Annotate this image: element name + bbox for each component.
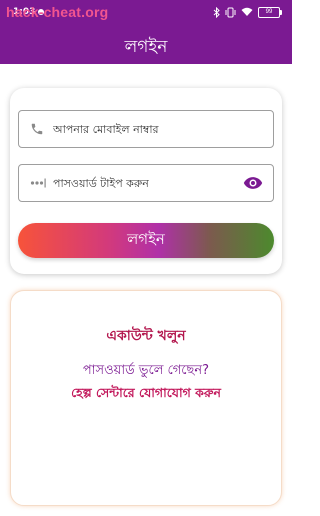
bluetooth-icon <box>213 6 220 18</box>
login-card: লগইন <box>10 88 282 274</box>
phone-field[interactable] <box>18 110 274 148</box>
battery-icon: 99 <box>258 6 282 18</box>
app-header: 1:03 hack-cheat.org 99 লগইন <box>0 0 292 64</box>
wifi-icon <box>241 7 253 16</box>
create-account-link[interactable]: একাউন্ট খলুন <box>11 324 281 348</box>
phone-icon <box>31 123 43 135</box>
password-field[interactable] <box>18 164 274 202</box>
login-button[interactable]: লগইন <box>18 223 274 258</box>
watermark: hack-cheat.org <box>6 4 109 20</box>
battery-level: 99 <box>265 8 273 15</box>
phone-input[interactable] <box>53 111 233 147</box>
help-center-link[interactable]: হেল্প সেন্টারে যোগাযোগ করুন <box>11 385 281 405</box>
password-dots-icon <box>30 178 46 188</box>
page-title: লগইন <box>124 37 168 57</box>
account-card: একাউন্ট খলুন পাসওয়ার্ড ভুলে গেছেন? হেল্… <box>10 290 282 506</box>
password-input[interactable] <box>53 165 233 201</box>
status-icons: 99 <box>213 6 282 18</box>
eye-icon[interactable] <box>243 175 263 191</box>
forgot-password-link[interactable]: পাসওয়ার্ড ভুলে গেছেন? <box>11 361 281 382</box>
vibrate-icon <box>225 7 236 17</box>
